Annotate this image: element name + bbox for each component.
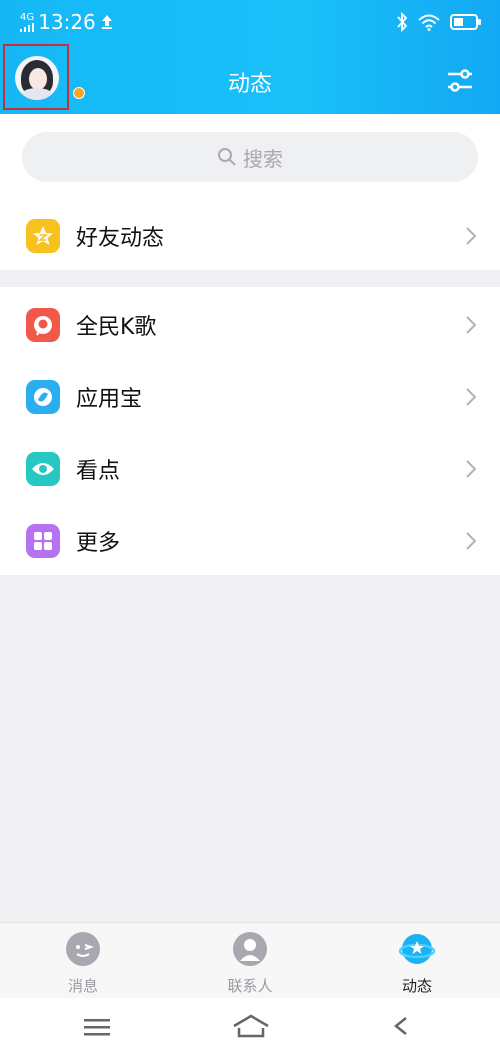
list-item-friend-feed[interactable]: 好友动态 (0, 200, 500, 272)
list-item-label: 应用宝 (76, 387, 143, 412)
search-icon (218, 148, 236, 166)
chevron-right-icon (466, 227, 476, 245)
status-time: 13:26 (38, 10, 96, 34)
tab-contacts[interactable]: 联系人 (167, 931, 333, 999)
signal-icon (20, 22, 34, 32)
tab-label: 联系人 (227, 977, 273, 995)
list-item-karaoke[interactable]: 全民K歌 (0, 289, 500, 361)
page-title: 动态 (227, 72, 272, 97)
system-nav-bar (0, 998, 500, 1056)
chevron-right-icon (466, 532, 476, 550)
search-input[interactable]: 搜索 (22, 132, 478, 182)
search-placeholder: 搜索 (243, 146, 283, 171)
network-type: 4G (20, 11, 35, 23)
bottom-tab-bar: 消息 联系人 动态 (0, 922, 500, 999)
list-item-more[interactable]: 更多 (0, 505, 500, 577)
tab-dynamics[interactable]: 动态 (334, 931, 500, 999)
settings-sliders-icon[interactable] (446, 68, 474, 94)
battery-icon (450, 14, 481, 30)
chevron-right-icon (466, 388, 476, 406)
list-item-label: 更多 (76, 531, 121, 556)
section-friends: 搜索 好友动态 (0, 114, 500, 270)
menu-icon[interactable] (84, 1018, 110, 1036)
list-item-label: 好友动态 (76, 226, 165, 251)
upload-icon (101, 15, 112, 29)
list-item-kandian[interactable]: 看点 (0, 433, 500, 505)
tab-label: 动态 (401, 977, 432, 995)
grid-more-icon (26, 524, 60, 558)
section-apps: 全民K歌 应用宝 看点 更多 (0, 287, 500, 575)
tab-label: 消息 (67, 977, 98, 995)
chevron-right-icon (466, 460, 476, 478)
contacts-icon (233, 932, 267, 966)
network-indicator: 4G (20, 11, 35, 32)
list-item-app-store[interactable]: 应用宝 (0, 361, 500, 433)
message-icon (66, 932, 100, 966)
home-icon[interactable] (232, 1014, 270, 1038)
list-item-label: 全民K歌 (76, 315, 157, 340)
eye-icon (26, 452, 60, 486)
planet-icon (398, 934, 436, 964)
qzone-star-icon (26, 219, 60, 253)
top-header: 4G 13:26 动态 (0, 0, 500, 114)
chevron-right-icon (466, 316, 476, 334)
wifi-icon (418, 14, 440, 31)
app-store-icon (26, 380, 60, 414)
back-icon[interactable] (392, 1016, 416, 1038)
karaoke-icon (26, 308, 60, 342)
tab-messages[interactable]: 消息 (0, 931, 166, 999)
bluetooth-icon (397, 12, 408, 32)
list-item-label: 看点 (76, 459, 121, 484)
status-bar: 4G 13:26 (0, 0, 500, 44)
